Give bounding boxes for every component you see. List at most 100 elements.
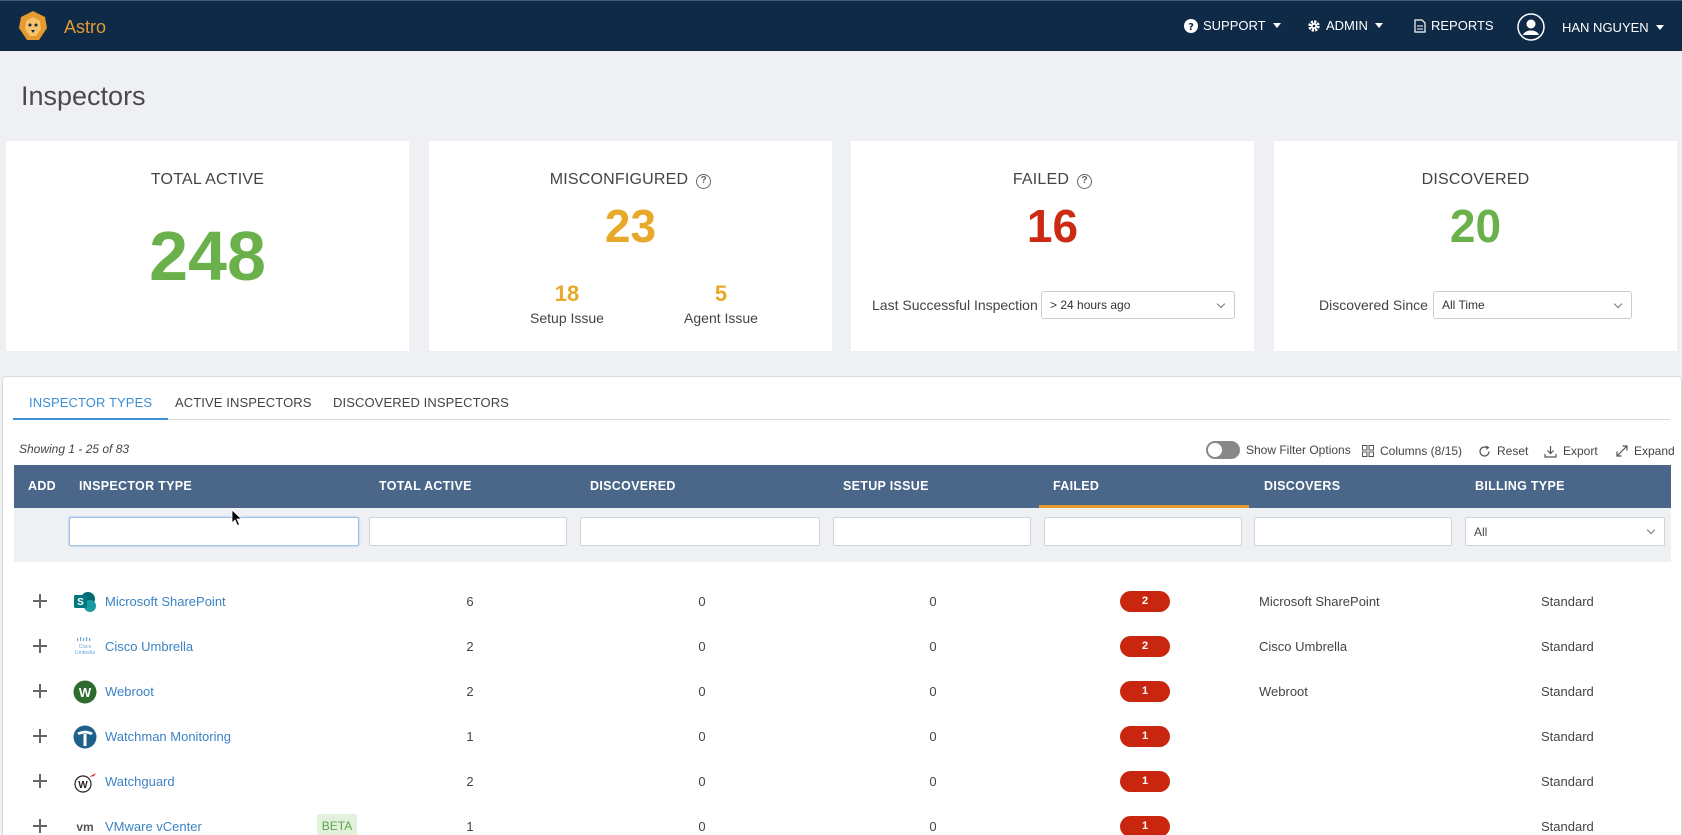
expand-row-plus-icon[interactable] (33, 819, 47, 833)
misconfigured-value: 23 (604, 200, 657, 252)
reset-button[interactable]: Reset (1478, 444, 1528, 458)
watchman-icon (73, 725, 97, 749)
export-button[interactable]: Export (1544, 444, 1598, 458)
page-title: Inspectors (21, 81, 146, 111)
table-row[interactable]: Cisco Umbrella Cisco Umbrella 2 0 0 2 Cis… (14, 624, 1671, 669)
expand-row-plus-icon[interactable] (33, 639, 47, 653)
discovered-cell: 0 (698, 819, 706, 834)
help-circle-icon[interactable]: ? (1077, 174, 1093, 189)
column-header-setup-issue[interactable]: SETUP ISSUE (843, 465, 929, 508)
discovers-cell: Webroot (1259, 684, 1308, 699)
tab-inspector-types[interactable]: INSPECTOR TYPES (13, 395, 169, 420)
billing-type-cell: Standard (1541, 729, 1594, 744)
expand-row-plus-icon[interactable] (33, 684, 47, 698)
select-value: All (1474, 525, 1488, 539)
table-row[interactable]: vm VMware vCenter BETA 1 0 0 1 Standard (14, 804, 1671, 835)
failed-card: FAILED? 16 Last Successful Inspection > … (851, 141, 1254, 351)
last-successful-inspection-label: Last Successful Inspection (872, 297, 1038, 313)
setup-issue-cell: 0 (929, 684, 937, 699)
column-header-failed[interactable]: FAILED (1039, 465, 1249, 508)
user-name: HAN NGUYEN (1562, 19, 1649, 35)
table-row[interactable]: S Microsoft SharePoint 6 0 0 2 Microsoft… (14, 579, 1671, 624)
inspector-type-filter-input[interactable] (69, 517, 359, 546)
inspector-type-link[interactable]: VMware vCenter (105, 804, 202, 835)
inspector-type-link[interactable]: Microsoft SharePoint (105, 579, 226, 624)
filter-row: All (14, 508, 1671, 562)
total-active-card: TOTAL ACTIVE 248 (6, 141, 409, 351)
user-avatar-icon (1517, 13, 1545, 41)
total-active-filter-input[interactable] (369, 517, 567, 546)
column-header-billing-type[interactable]: BILLING TYPE (1475, 465, 1565, 508)
discovered-value: 20 (1449, 200, 1502, 252)
columns-button[interactable]: Columns (8/15) (1362, 444, 1462, 458)
misconfigured-card: MISCONFIGURED? 23 18 Setup Issue 5 Agent… (429, 141, 832, 351)
billing-type-filter-select[interactable]: All (1465, 517, 1665, 546)
failed-count-badge[interactable]: 1 (1120, 771, 1170, 792)
total-active-cell: 6 (466, 594, 474, 609)
failed-count-badge[interactable]: 1 (1120, 726, 1170, 747)
failed-count-badge[interactable]: 2 (1120, 636, 1170, 657)
column-header-discovers[interactable]: DISCOVERS (1264, 465, 1340, 508)
expand-row-plus-icon[interactable] (33, 594, 47, 608)
column-header-add[interactable]: ADD (28, 465, 56, 508)
download-icon (1544, 445, 1557, 458)
table-row[interactable]: Watchman Monitoring 1 0 0 1 Standard (14, 714, 1671, 759)
column-header-discovered[interactable]: DISCOVERED (590, 465, 676, 508)
admin-menu[interactable]: ADMIN (1307, 18, 1383, 33)
export-label: Export (1563, 444, 1598, 458)
document-icon (1414, 18, 1426, 33)
watchguard-icon: W (74, 773, 96, 793)
agent-issue-value: 5 (714, 281, 728, 306)
discovered-since-select[interactable]: All Time (1433, 291, 1632, 319)
toggle-switch[interactable] (1206, 441, 1240, 459)
failed-count-badge[interactable]: 1 (1120, 816, 1170, 835)
card-title: DISCOVERED (1421, 171, 1530, 188)
discovers-filter-input[interactable] (1254, 517, 1452, 546)
discovered-cell: 0 (698, 684, 706, 699)
last-successful-inspection-select[interactable]: > 24 hours ago (1041, 291, 1235, 319)
table-row[interactable]: W Watchguard 2 0 0 1 Standard (14, 759, 1671, 804)
chevron-down-icon (1655, 24, 1664, 30)
setup-issue-label: Setup Issue (530, 310, 604, 326)
column-header-total-active[interactable]: TOTAL ACTIVE (379, 465, 472, 508)
app-name[interactable]: Astro (64, 17, 106, 38)
show-filter-options-label: Show Filter Options (1246, 443, 1351, 457)
inspector-type-link[interactable]: Cisco Umbrella (105, 624, 193, 669)
svg-text:?: ? (1188, 22, 1194, 33)
discovered-since-label: Discovered Since (1319, 297, 1428, 313)
help-circle-icon[interactable]: ? (696, 174, 712, 189)
failed-count-badge[interactable]: 1 (1120, 681, 1170, 702)
reports-link[interactable]: REPORTS (1414, 18, 1494, 33)
total-active-cell: 1 (466, 819, 474, 834)
inspector-type-link[interactable]: Webroot (105, 669, 154, 714)
setup-issue-cell: 0 (929, 819, 937, 834)
expand-row-plus-icon[interactable] (33, 774, 47, 788)
help-circle-icon: ? (1184, 18, 1198, 33)
lion-logo-icon[interactable] (17, 10, 49, 42)
discovered-filter-input[interactable] (580, 517, 820, 546)
support-menu[interactable]: ? SUPPORT (1184, 18, 1281, 33)
card-title-row: MISCONFIGURED? (429, 171, 832, 189)
expand-button[interactable]: Expand (1616, 444, 1675, 458)
tab-bar: INSPECTOR TYPES ACTIVE INSPECTORS DISCOV… (13, 395, 1670, 420)
user-menu[interactable]: HAN NGUYEN (1517, 13, 1664, 41)
show-filter-options-toggle[interactable]: Show Filter Options (1206, 441, 1351, 459)
tab-discovered-inspectors[interactable]: DISCOVERED INSPECTORS (317, 395, 525, 420)
failed-filter-input[interactable] (1044, 517, 1242, 546)
billing-type-cell: Standard (1541, 594, 1594, 609)
failed-count-badge[interactable]: 2 (1120, 591, 1170, 612)
setup-issue-filter-input[interactable] (833, 517, 1031, 546)
inspector-type-link[interactable]: Watchguard (105, 759, 175, 804)
setup-issue-cell: 0 (929, 729, 937, 744)
svg-text:W: W (79, 685, 92, 700)
column-header-inspector-type[interactable]: INSPECTOR TYPE (79, 465, 192, 508)
failed-value: 16 (1026, 200, 1079, 252)
tab-active-inspectors[interactable]: ACTIVE INSPECTORS (159, 395, 328, 420)
inspector-type-link[interactable]: Watchman Monitoring (105, 714, 231, 759)
expand-row-plus-icon[interactable] (33, 729, 47, 743)
select-value: > 24 hours ago (1050, 298, 1131, 312)
discovers-cell: Cisco Umbrella (1259, 639, 1348, 654)
table-row[interactable]: W Webroot 2 0 0 1 Webroot Standard (14, 669, 1671, 714)
webroot-icon: W (73, 680, 97, 704)
setup-issue-cell: 0 (929, 639, 937, 654)
